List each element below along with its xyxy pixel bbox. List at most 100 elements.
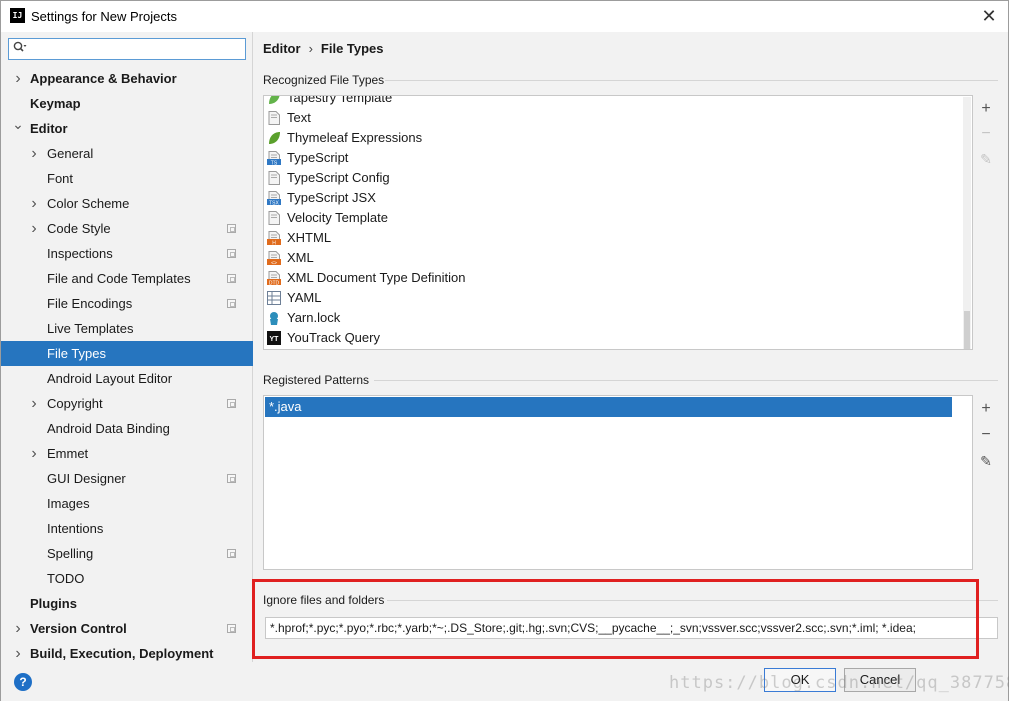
yaml-icon bbox=[267, 291, 281, 305]
file-type-name: TypeScript bbox=[287, 150, 349, 165]
chevron-right-icon[interactable]: › bbox=[28, 441, 40, 466]
svg-text:DTD: DTD bbox=[269, 281, 280, 286]
sidebar-item-label: Appearance & Behavior bbox=[30, 71, 177, 86]
window-title: Settings for New Projects bbox=[31, 9, 177, 24]
sidebar-item[interactable]: Intentions bbox=[1, 516, 253, 541]
file-type-name: Tapestry Template bbox=[287, 95, 393, 105]
sidebar-item[interactable]: ⌄ Editor bbox=[1, 116, 253, 141]
text-file-icon bbox=[267, 111, 281, 125]
project-settings-icon bbox=[227, 399, 236, 408]
chevron-right-icon[interactable]: › bbox=[28, 141, 40, 166]
youtrack-icon: YT bbox=[267, 331, 281, 345]
list-scrollbar[interactable] bbox=[963, 97, 971, 349]
search-icon bbox=[13, 41, 27, 56]
project-settings-icon bbox=[227, 249, 236, 258]
sidebar-item-label: General bbox=[47, 146, 94, 161]
chevron-right-icon[interactable]: › bbox=[28, 191, 40, 216]
remove-file-type-button[interactable]: − bbox=[976, 124, 996, 144]
sidebar-item[interactable]: › General bbox=[1, 141, 253, 166]
sidebar-item[interactable]: TODO bbox=[1, 566, 253, 591]
edit-pattern-button[interactable]: ✎ bbox=[976, 451, 996, 471]
sidebar-item[interactable]: Font bbox=[1, 166, 253, 191]
sidebar-item[interactable]: File Encodings bbox=[1, 291, 253, 316]
sidebar-item[interactable]: Spelling bbox=[1, 541, 253, 566]
file-type-name: YouTrack Query bbox=[287, 330, 380, 345]
sidebar-item[interactable]: Inspections bbox=[1, 241, 253, 266]
project-settings-icon bbox=[227, 299, 236, 308]
chevron-down-icon[interactable]: ⌄ bbox=[12, 112, 24, 137]
sidebar-item[interactable]: Images bbox=[1, 491, 253, 516]
chevron-right-icon[interactable]: › bbox=[28, 391, 40, 416]
thymeleaf-leaf-icon bbox=[267, 131, 281, 145]
sidebar-item-label: Images bbox=[47, 496, 90, 511]
sidebar-item[interactable]: › Copyright bbox=[1, 391, 253, 416]
yarn-cat-icon bbox=[267, 311, 281, 325]
xhtml-icon: H bbox=[267, 231, 281, 247]
sidebar-item[interactable]: File and Code Templates bbox=[1, 266, 253, 291]
sidebar-item-label: Code Style bbox=[47, 221, 111, 236]
edit-file-type-button[interactable]: ✎ bbox=[976, 149, 996, 169]
file-type-name: YAML bbox=[287, 290, 322, 305]
add-file-type-button[interactable]: + bbox=[976, 99, 996, 119]
sidebar-item-label: Android Data Binding bbox=[47, 421, 170, 436]
sidebar-item-label: File Encodings bbox=[47, 296, 133, 311]
chevron-right-icon[interactable]: › bbox=[28, 216, 40, 241]
divider bbox=[374, 380, 998, 381]
chevron-right-icon[interactable]: › bbox=[12, 616, 24, 641]
sidebar-item[interactable]: › Version Control bbox=[1, 616, 253, 641]
sidebar-item[interactable]: › Code Style bbox=[1, 216, 253, 241]
project-settings-icon bbox=[227, 474, 236, 483]
settings-dialog: IJ Settings for New Projects ✕ › Appearan… bbox=[0, 0, 1009, 701]
project-settings-icon bbox=[227, 624, 236, 633]
sidebar-item-label: Emmet bbox=[47, 446, 89, 461]
dtd-icon: DTD bbox=[267, 271, 281, 287]
sidebar-item-label: File Types bbox=[47, 346, 107, 361]
file-type-name: Yarn.lock bbox=[287, 310, 341, 325]
sidebar-item-label: Editor bbox=[30, 121, 68, 136]
svg-text:<>: <> bbox=[271, 261, 277, 266]
sidebar-item-label: Android Layout Editor bbox=[47, 371, 173, 386]
sidebar-item-label: Plugins bbox=[30, 596, 77, 611]
sidebar-item-label: Keymap bbox=[30, 96, 81, 111]
svg-text:TSX: TSX bbox=[269, 201, 279, 206]
breadcrumb-separator: › bbox=[308, 41, 313, 56]
sidebar-item-label: Intentions bbox=[47, 521, 104, 536]
chevron-right-icon[interactable]: › bbox=[12, 66, 24, 91]
velocity-icon bbox=[267, 211, 281, 225]
settings-tree: › Appearance & Behavior Keymap ⌄ Editor › Gene… bbox=[1, 66, 253, 666]
file-type-name: Thymeleaf Expressions bbox=[287, 130, 423, 145]
breadcrumb-parent[interactable]: Editor bbox=[263, 41, 301, 56]
intellij-app-icon: IJ bbox=[10, 8, 25, 23]
sidebar-item[interactable]: Plugins bbox=[1, 591, 253, 616]
close-icon[interactable]: ✕ bbox=[978, 5, 1000, 27]
sidebar-item[interactable]: Keymap bbox=[1, 91, 253, 116]
sidebar-item[interactable]: File Types bbox=[1, 341, 253, 366]
sidebar-item[interactable]: › Color Scheme bbox=[1, 191, 253, 216]
search-input[interactable] bbox=[8, 38, 246, 60]
annotation-highlight-box bbox=[252, 579, 979, 659]
sidebar-item[interactable]: Live Templates bbox=[1, 316, 253, 341]
registered-patterns-list[interactable]: *.java bbox=[263, 395, 973, 570]
scrollbar-thumb[interactable] bbox=[964, 311, 970, 349]
sidebar-item-label: Version Control bbox=[30, 621, 127, 636]
add-pattern-button[interactable]: + bbox=[976, 399, 996, 419]
recognized-file-types-list[interactable]: Tapestry Template Text Thymeleaf Expressio… bbox=[263, 95, 973, 350]
sidebar-item[interactable]: › Emmet bbox=[1, 441, 253, 466]
sidebar-item[interactable]: Android Data Binding bbox=[1, 416, 253, 441]
file-type-name: TypeScript JSX bbox=[287, 190, 376, 205]
project-settings-icon bbox=[227, 274, 236, 283]
tapestry-icon bbox=[267, 96, 281, 105]
sidebar-item-label: Color Scheme bbox=[47, 196, 130, 211]
sidebar-item-label: Copyright bbox=[47, 396, 103, 411]
file-type-name: Text bbox=[287, 110, 311, 125]
registered-patterns-title: Registered Patterns bbox=[263, 373, 370, 387]
sidebar-item[interactable]: Android Layout Editor bbox=[1, 366, 253, 391]
sidebar-item[interactable]: GUI Designer bbox=[1, 466, 253, 491]
file-type-name: XML bbox=[287, 250, 314, 265]
pattern-row[interactable]: *.java bbox=[265, 397, 952, 417]
help-icon[interactable]: ? bbox=[14, 673, 32, 691]
tsconfig-icon bbox=[267, 171, 281, 185]
file-type-name: XML Document Type Definition bbox=[287, 270, 466, 285]
sidebar-item[interactable]: › Appearance & Behavior bbox=[1, 66, 253, 91]
remove-pattern-button[interactable]: − bbox=[976, 425, 996, 445]
